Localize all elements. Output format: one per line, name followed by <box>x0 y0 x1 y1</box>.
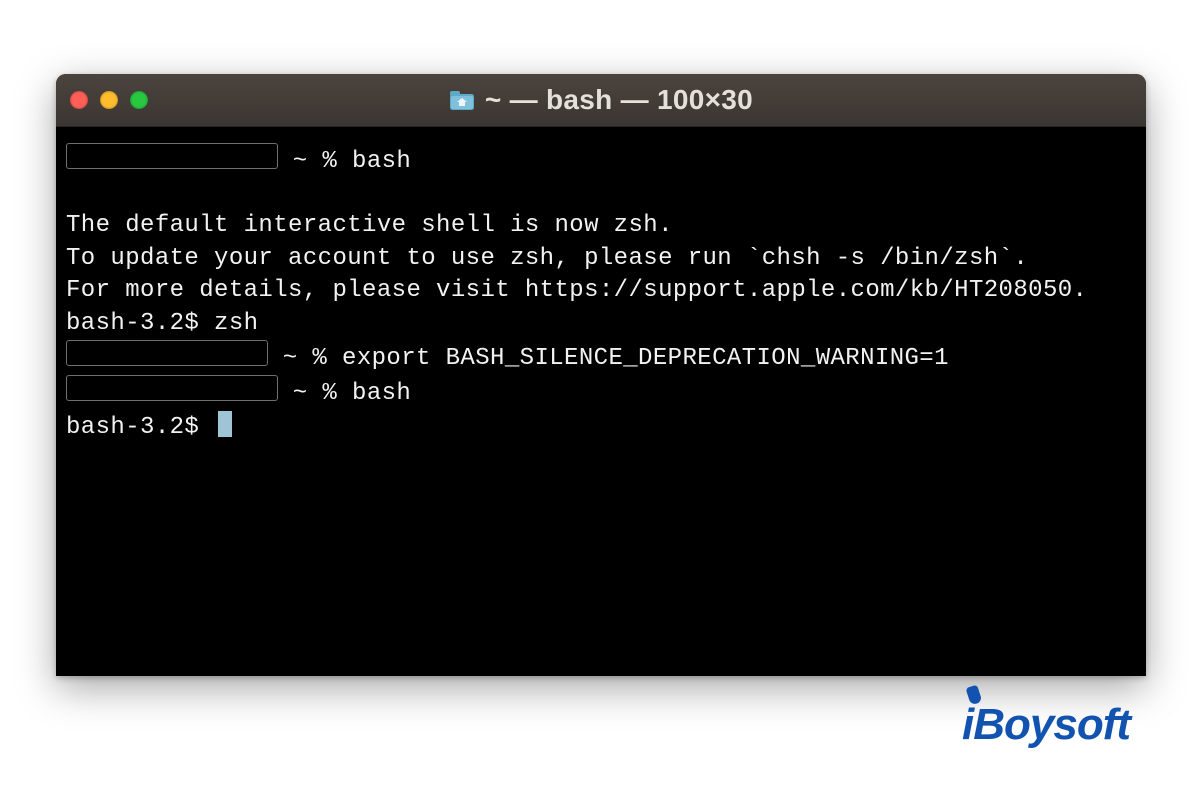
line-prompt-2: ~ % export BASH_SILENCE_DEPRECATION_WARN… <box>66 340 1136 375</box>
window-traffic-lights <box>70 91 148 109</box>
watermark-text: iBoysoft <box>962 700 1130 749</box>
zoom-icon[interactable] <box>130 91 148 109</box>
terminal-window: ~ — bash — 100×30 ~ % bash The default in… <box>56 74 1146 676</box>
prompt-zsh: ~ % <box>278 380 352 407</box>
blank-line <box>66 178 1136 210</box>
close-icon[interactable] <box>70 91 88 109</box>
prompt-bash: bash-3.2$ <box>66 310 214 337</box>
redacted-user-host <box>66 340 268 366</box>
watermark-logo: iBoysoft <box>962 700 1130 750</box>
prompt-bash: bash-3.2$ <box>66 414 214 441</box>
cmd-bash-2: bash <box>352 380 411 407</box>
line-msg-3: For more details, please visit https://s… <box>66 275 1136 307</box>
line-msg-2: To update your account to use zsh, pleas… <box>66 243 1136 275</box>
window-titlebar: ~ — bash — 100×30 <box>56 74 1146 127</box>
line-msg-1: The default interactive shell is now zsh… <box>66 210 1136 242</box>
redacted-user-host <box>66 143 278 169</box>
line-prompt-1: ~ % bash <box>66 143 1136 178</box>
prompt-zsh: ~ % <box>268 345 342 372</box>
cursor-block-icon <box>218 411 232 437</box>
cmd-zsh: zsh <box>214 310 258 337</box>
cmd-export: export BASH_SILENCE_DEPRECATION_WARNING=… <box>342 345 949 372</box>
window-title: ~ — bash — 100×30 <box>485 84 753 116</box>
line-bash-prompt-2: bash-3.2$ <box>66 411 1136 444</box>
line-bash-prompt-1: bash-3.2$ zsh <box>66 308 1136 340</box>
minimize-icon[interactable] <box>100 91 118 109</box>
redacted-user-host <box>66 375 278 401</box>
home-folder-icon <box>449 89 475 111</box>
terminal-output[interactable]: ~ % bash The default interactive shell is… <box>56 127 1146 454</box>
prompt-zsh: ~ % <box>278 148 352 175</box>
cmd-bash-1: bash <box>352 148 411 175</box>
line-prompt-3: ~ % bash <box>66 375 1136 410</box>
